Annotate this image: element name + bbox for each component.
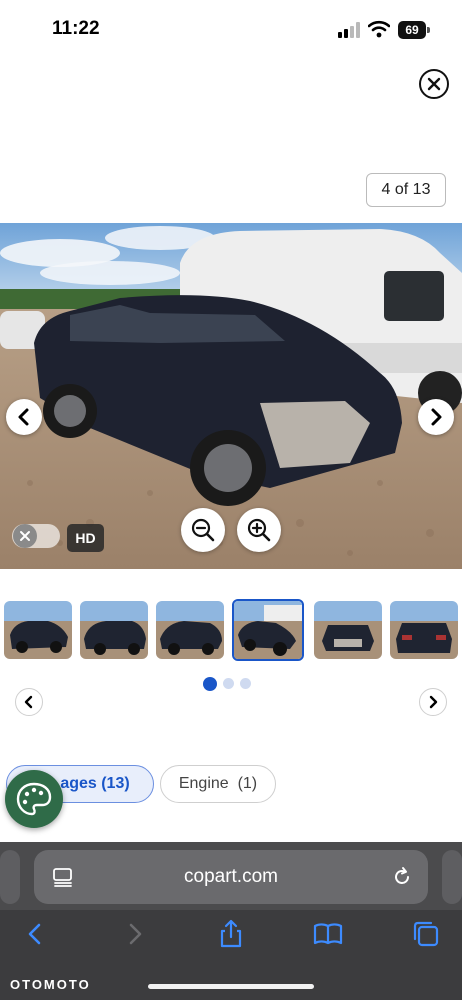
chevron-right-icon [431, 408, 442, 426]
pagination-dot-active[interactable] [203, 677, 217, 691]
palette-icon [16, 782, 52, 816]
thumbnail[interactable] [4, 601, 72, 659]
hd-badge: HD [67, 524, 104, 552]
pagination-dot[interactable] [223, 678, 234, 689]
zoom-out-button[interactable] [181, 508, 225, 552]
next-tab-edge[interactable] [442, 850, 462, 904]
back-icon[interactable] [20, 918, 52, 950]
chevron-left-icon [24, 695, 33, 709]
main-vehicle-photo[interactable] [0, 223, 462, 569]
palette-button[interactable] [5, 770, 63, 828]
tab-images-label: ages (13) [60, 775, 130, 792]
wifi-icon [368, 20, 390, 38]
previous-photo-button[interactable] [6, 399, 42, 435]
status-time: 11:22 [52, 18, 100, 39]
share-icon[interactable] [215, 918, 247, 950]
previous-tab-edge[interactable] [0, 850, 20, 904]
thumbnails-next-button[interactable] [419, 688, 447, 716]
tabs-icon[interactable] [410, 918, 442, 950]
tab-engine[interactable]: Engine (1) [160, 765, 276, 803]
thumbnail[interactable] [80, 601, 148, 659]
zoom-out-icon [191, 518, 215, 542]
toggle-knob [13, 524, 37, 548]
battery-level: 69 [398, 21, 426, 39]
zoom-in-button[interactable] [237, 508, 281, 552]
thumbnail[interactable] [390, 601, 458, 659]
close-icon [20, 531, 30, 541]
bookmarks-icon[interactable] [312, 918, 344, 950]
next-photo-button[interactable] [418, 399, 454, 435]
battery-icon: 69 [398, 21, 430, 39]
hd-toggle[interactable] [12, 524, 60, 548]
thumbnail[interactable] [314, 601, 382, 659]
chevron-right-icon [429, 695, 438, 709]
address-bar[interactable]: copart.com [34, 850, 428, 904]
photo-counter: 4 of 13 [366, 173, 446, 207]
forward-icon [129, 923, 142, 945]
cellular-signal-icon [338, 22, 360, 38]
tab-engine-label: Engine (1) [178, 775, 258, 792]
url-text: copart.com [184, 866, 278, 887]
close-icon [427, 77, 441, 91]
watermark-logo: OTOMOTO [10, 977, 91, 992]
reload-icon[interactable] [390, 865, 414, 889]
thumbnails-previous-button[interactable] [15, 688, 43, 716]
close-button[interactable] [419, 69, 449, 99]
pagination-dot[interactable] [240, 678, 251, 689]
chevron-left-icon [18, 408, 29, 426]
zoom-in-icon [247, 518, 271, 542]
thumbnail[interactable] [156, 601, 224, 659]
thumbnail-active[interactable] [232, 599, 304, 661]
home-indicator[interactable] [148, 984, 314, 989]
